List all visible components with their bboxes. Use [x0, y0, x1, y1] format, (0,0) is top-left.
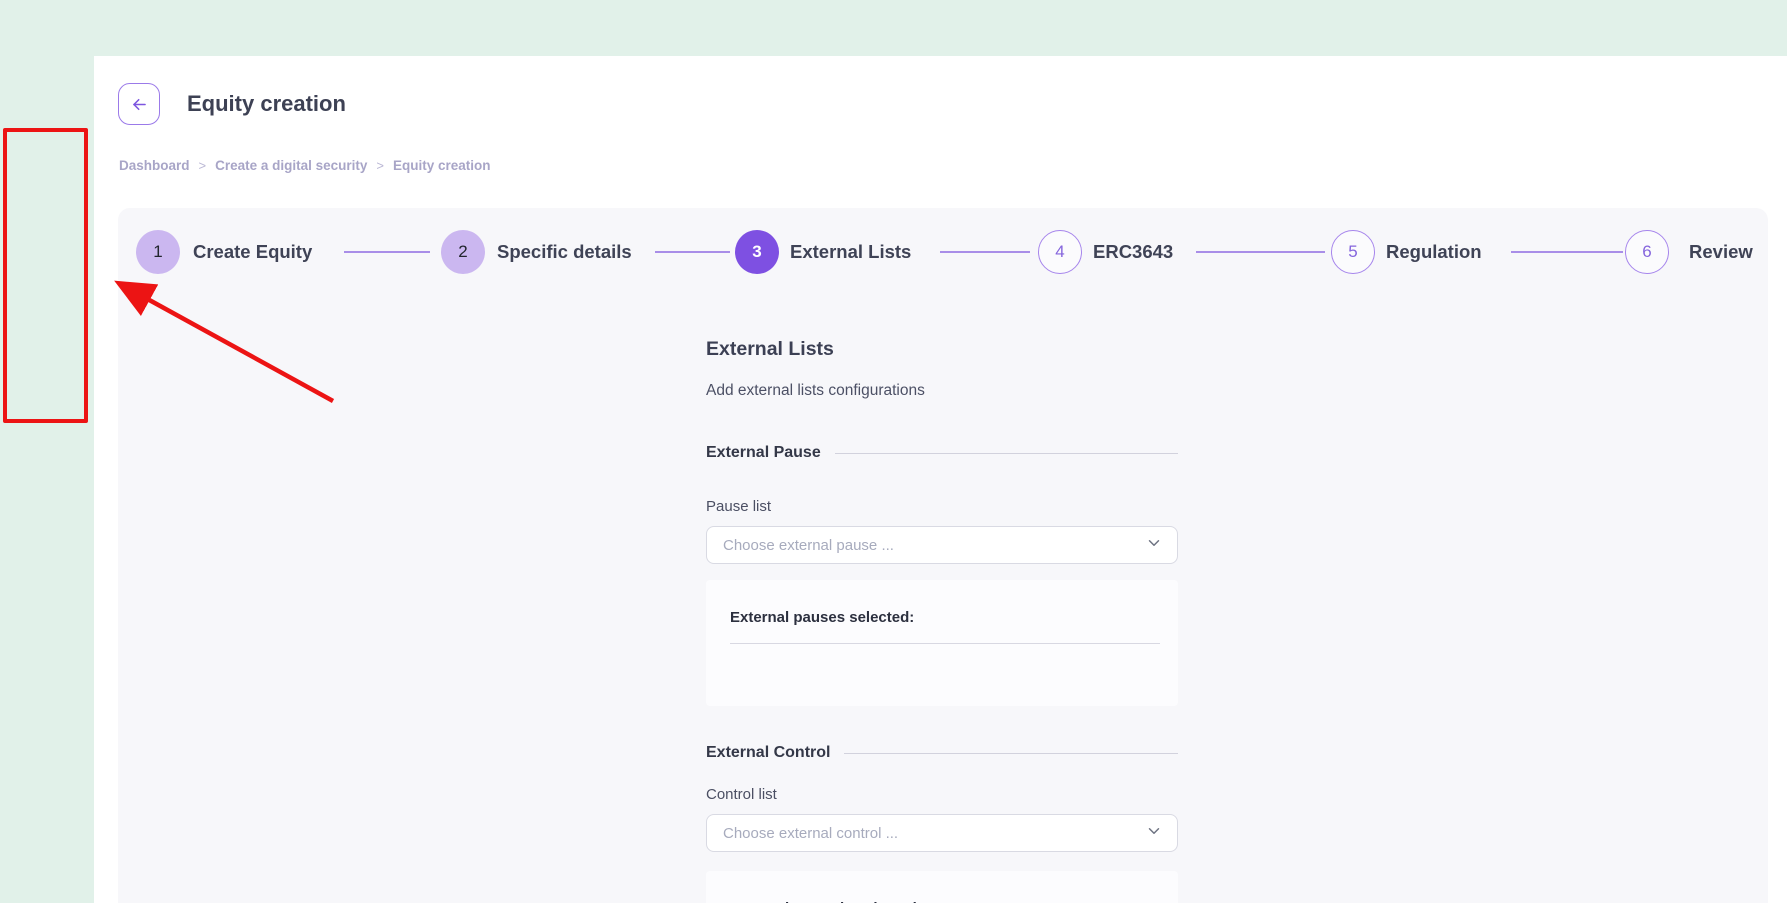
external-controls-selected-card: External controls selected:	[706, 871, 1178, 903]
step-5-label: Regulation	[1386, 241, 1482, 263]
pause-list-label: Pause list	[706, 498, 1178, 515]
step-6-label: Review	[1689, 241, 1753, 263]
step-connector	[1511, 251, 1623, 253]
top-bar	[0, 0, 1787, 56]
step-5-circle[interactable]: 5	[1331, 230, 1375, 274]
chevron-down-icon	[1145, 822, 1163, 845]
control-list-select[interactable]: Choose external control ...	[706, 814, 1178, 852]
breadcrumb-dashboard[interactable]: Dashboard	[119, 158, 190, 173]
back-button[interactable]	[118, 83, 160, 125]
step-2-circle[interactable]: 2	[441, 230, 485, 274]
section-external-pause: External Pause	[706, 444, 1178, 462]
step-6-circle[interactable]: 6	[1625, 230, 1669, 274]
external-lists-form: External Lists Add external lists config…	[706, 208, 1178, 903]
control-list-placeholder: Choose external control ...	[723, 825, 898, 842]
form-title: External Lists	[706, 338, 1178, 361]
section-title: External Pause	[706, 444, 821, 462]
breadcrumb: Dashboard > Create a digital security > …	[119, 158, 491, 173]
form-subtitle: Add external lists configurations	[706, 382, 1178, 400]
breadcrumb-separator: >	[199, 158, 207, 173]
step-connector	[344, 251, 430, 253]
step-2-label: Specific details	[497, 241, 632, 263]
section-external-control: External Control	[706, 744, 1178, 762]
pause-list-placeholder: Choose external pause ...	[723, 537, 894, 554]
breadcrumb-create-digital-security[interactable]: Create a digital security	[215, 158, 367, 173]
breadcrumb-equity-creation: Equity creation	[393, 158, 491, 173]
card-divider	[730, 643, 1160, 644]
chevron-down-icon	[1145, 534, 1163, 557]
sidebar	[0, 0, 94, 903]
control-list-label: Control list	[706, 786, 1178, 803]
section-divider	[844, 753, 1178, 754]
section-divider	[835, 453, 1178, 454]
section-title: External Control	[706, 744, 830, 762]
wizard-panel: 1 Create Equity 2 Specific details 3 Ext…	[118, 208, 1768, 903]
page-title: Equity creation	[187, 91, 346, 117]
step-1-circle[interactable]: 1	[136, 230, 180, 274]
external-pauses-selected-card: External pauses selected:	[706, 580, 1178, 706]
external-pauses-selected-title: External pauses selected:	[730, 609, 1162, 626]
breadcrumb-separator: >	[376, 158, 384, 173]
main-content: Equity creation Dashboard > Create a dig…	[94, 56, 1787, 903]
step-connector	[1196, 251, 1325, 253]
pause-list-select[interactable]: Choose external pause ...	[706, 526, 1178, 564]
step-1-label: Create Equity	[193, 241, 312, 263]
